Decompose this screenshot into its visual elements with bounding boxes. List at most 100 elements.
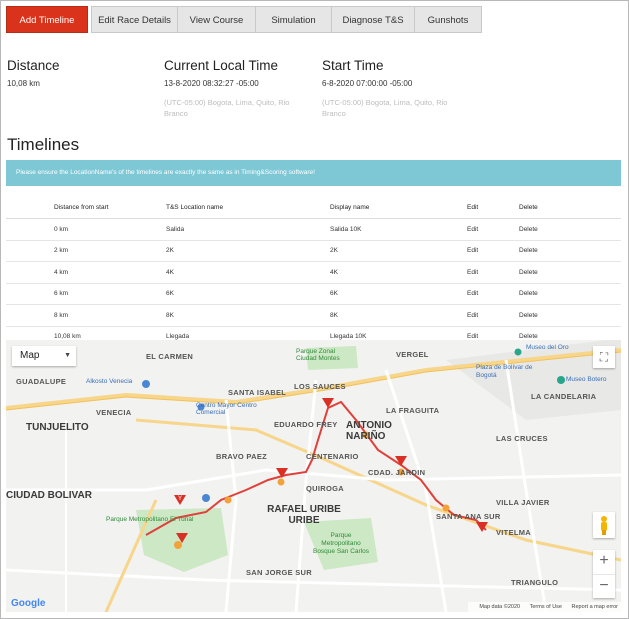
start-time-value: 6-8-2020 07:00:00 -05:00 — [322, 79, 413, 88]
map-label: QUIROGA — [306, 484, 344, 493]
edit-link[interactable]: Edit — [466, 304, 518, 327]
map-label: LA FRAGUITA — [386, 406, 440, 415]
poi-icon[interactable] — [142, 380, 150, 388]
delete-link[interactable]: Delete — [518, 261, 621, 284]
map-label: CDAD. JARDIN — [368, 468, 426, 477]
delete-link[interactable]: Delete — [518, 283, 621, 305]
map-label: Parque Metropolitano El Tunal — [106, 516, 194, 523]
location-cell: 2K — [165, 240, 329, 262]
map-label: TUNJUELITO — [26, 422, 89, 433]
km-marker-icon — [224, 496, 232, 504]
delete-link[interactable]: Delete — [518, 240, 621, 262]
display-cell: Salida 10K — [329, 218, 466, 241]
map-label: Parque Metropolitano Bosque San Carlos — [312, 532, 369, 555]
map-label: BRAVO PAEZ — [216, 452, 268, 461]
distance-label: Distance — [7, 58, 60, 73]
location-cell: 6K — [165, 283, 329, 305]
timelines-title: Timelines — [7, 135, 80, 154]
distance-cell: 4 km — [6, 261, 165, 284]
course-map[interactable]: Y EL CARMEN Parque Zonal Ciudad Montes M… — [6, 340, 621, 612]
map-label: EDUARDO FREY — [274, 420, 338, 429]
fullscreen-button[interactable]: ⛶ — [593, 346, 615, 368]
map-label: GUADALUPE — [16, 377, 67, 386]
tab-gunshots[interactable]: Gunshots — [414, 6, 482, 33]
tab-add-timeline[interactable]: Add Timeline — [6, 6, 88, 33]
start-time-timezone: (UTC-05:00) Bogota, Lima, Quito, Rio Bra… — [322, 98, 448, 118]
delete-link[interactable]: Delete — [518, 218, 621, 241]
map-label: Centro Mayor Centro Comercial — [196, 402, 257, 416]
map-data-text: Map data ©2020 — [479, 604, 521, 610]
edit-link[interactable]: Edit — [466, 218, 518, 241]
display-cell: 6K — [329, 283, 466, 305]
edit-link[interactable]: Edit — [466, 240, 518, 262]
edit-link[interactable]: Edit — [466, 261, 518, 284]
map-label: Alkosto Venecia — [86, 378, 133, 385]
poi-icon[interactable] — [557, 376, 565, 384]
edit-link[interactable]: Edit — [466, 283, 518, 305]
map-label: Plaza de Bolívar de Bogotá — [476, 364, 533, 379]
delete-link[interactable]: Delete — [518, 304, 621, 327]
road — [294, 379, 318, 612]
map-label: CIUDAD BOLIVAR — [6, 490, 92, 501]
map-label: ANTONIO NARIÑO — [346, 420, 392, 442]
distance-cell: 8 km — [6, 304, 165, 327]
report-error-link[interactable]: Report a map error — [572, 604, 618, 610]
timelines-table: Distance from start T&S Location name Di… — [6, 197, 621, 348]
zoom-in-button[interactable]: + — [593, 550, 615, 575]
tab-view-course[interactable]: View Course — [177, 6, 256, 33]
map-label: LAS CRUCES — [496, 434, 548, 443]
distance-cell: 6 km — [6, 283, 165, 305]
map-label: CENTENARIO — [306, 452, 359, 461]
poi-icon[interactable] — [202, 494, 210, 502]
km-marker-icon — [174, 541, 182, 549]
start-time-label: Start Time — [322, 58, 384, 73]
google-logo-text: Google — [11, 598, 46, 609]
map-label: TRIANGULO — [511, 578, 559, 587]
column-header: Edit — [466, 197, 518, 219]
current-time-value: 13-8-2020 08:32:27 -05:00 — [164, 79, 259, 88]
pegman-icon — [601, 516, 607, 535]
svg-text:Y: Y — [178, 496, 182, 502]
map-label: VERGEL — [396, 350, 429, 359]
map-label: Museo Botero — [566, 376, 607, 383]
map-attribution: Map data ©2020 Terms of Use Report a map… — [468, 602, 621, 612]
route-marker-icon[interactable] — [395, 456, 407, 466]
route-marker-icon[interactable]: Y — [174, 495, 186, 505]
table-header-row: Distance from start T&S Location name Di… — [6, 197, 621, 219]
table-row: 6 km 6K 6K Edit Delete — [6, 283, 621, 305]
display-cell: 4K — [329, 261, 466, 284]
tab-diagnose-ts[interactable]: Diagnose T&S — [331, 6, 415, 33]
info-alert: Please ensure the LocationName's of the … — [6, 160, 621, 186]
map-label: SAN JORGE SUR — [246, 568, 312, 577]
map-type-select[interactable]: Map ▼ — [12, 346, 76, 366]
km-marker-icon — [277, 478, 285, 486]
location-cell: 4K — [165, 261, 329, 284]
tab-simulation[interactable]: Simulation — [255, 6, 332, 33]
map-label: SANTA ISABEL — [228, 388, 287, 397]
tab-bar: Add Timeline Edit Race Details View Cour… — [6, 6, 482, 35]
terms-link[interactable]: Terms of Use — [530, 604, 562, 610]
map-label: VENECIA — [96, 408, 132, 417]
zoom-out-button[interactable]: − — [593, 575, 615, 599]
current-time-label: Current Local Time — [164, 58, 279, 73]
km-marker-icon — [442, 504, 450, 512]
map-label: EL CARMEN — [146, 352, 194, 361]
map-label: LOS SAUCES — [294, 382, 346, 391]
location-cell: Salida — [165, 218, 329, 241]
map-label: VITELMA — [496, 528, 532, 537]
column-header: Display name — [329, 197, 466, 219]
display-cell: 8K — [329, 304, 466, 327]
location-cell: 8K — [165, 304, 329, 327]
map-label: RAFAEL URIBE URIBE — [267, 504, 341, 526]
current-time-timezone: (UTC-05:00) Bogota, Lima, Quito, Rio Bra… — [164, 98, 290, 118]
map-label: SANTA ANA SUR — [436, 512, 501, 521]
map-label: Museo del Oro — [526, 344, 569, 351]
column-header: T&S Location name — [165, 197, 329, 219]
google-logo: Google — [11, 598, 45, 609]
column-header: Distance from start — [6, 197, 165, 219]
table-row: 4 km 4K 4K Edit Delete — [6, 261, 621, 284]
poi-icon[interactable] — [514, 348, 522, 356]
tab-edit-race-details[interactable]: Edit Race Details — [91, 6, 178, 33]
street-view-pegman[interactable] — [593, 512, 615, 538]
display-cell: 2K — [329, 240, 466, 262]
